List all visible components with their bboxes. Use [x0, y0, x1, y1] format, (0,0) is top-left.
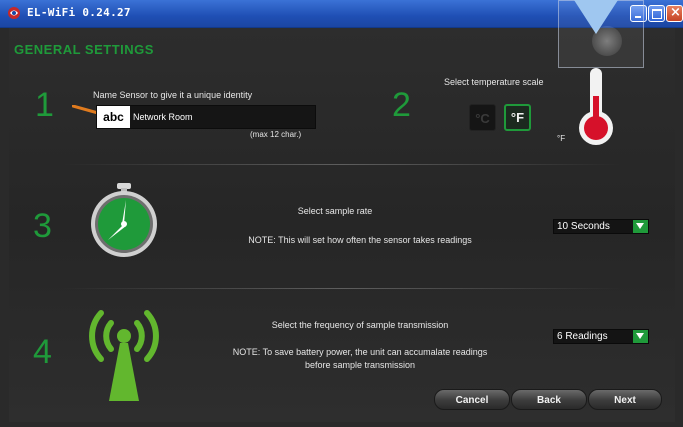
- sensor-name-label: Name Sensor to give it a unique identity: [93, 90, 253, 100]
- sample-rate-note: NOTE: This will set how often the sensor…: [248, 235, 472, 245]
- stopwatch-icon: [91, 183, 157, 257]
- close-icon: ×: [670, 5, 681, 20]
- step-3-number: 3: [33, 207, 52, 245]
- maximize-button[interactable]: [648, 5, 665, 22]
- wireless-tower-icon: [89, 310, 159, 401]
- temperature-unit-label: °F: [557, 134, 566, 143]
- celsius-button[interactable]: °C: [469, 104, 496, 131]
- abc-badge: abc: [97, 106, 130, 128]
- step-2-number: 2: [392, 86, 411, 124]
- page-title: GENERAL SETTINGS: [14, 42, 154, 57]
- chevron-down-icon[interactable]: [633, 330, 648, 343]
- window-title: EL-WiFi 0.24.27: [27, 6, 131, 19]
- sample-rate-label: Select sample rate: [297, 206, 373, 216]
- transmission-frequency-value: 6 Readings: [557, 331, 608, 342]
- step-4-number: 4: [33, 333, 52, 371]
- thermometer-icon: [579, 68, 613, 145]
- sample-rate-select[interactable]: 10 Seconds: [553, 219, 649, 234]
- transmission-frequency-label: Select the frequency of sample transmiss…: [271, 320, 449, 330]
- transmission-note-line1: NOTE: To save battery power, the unit ca…: [232, 347, 488, 357]
- transmission-note-line2: before sample transmission: [304, 360, 416, 370]
- sample-rate-value: 10 Seconds: [557, 221, 610, 232]
- fahrenheit-button[interactable]: °F: [504, 104, 531, 131]
- temperature-scale-label: Select temperature scale: [444, 77, 544, 87]
- overlay-glow: [592, 26, 622, 56]
- max-char-hint: (max 12 char.): [250, 130, 302, 139]
- sensor-name-input[interactable]: [133, 108, 309, 126]
- close-button[interactable]: ×: [666, 5, 683, 22]
- back-button[interactable]: Back: [511, 389, 587, 410]
- sensor-name-field[interactable]: abc: [96, 105, 316, 129]
- next-button[interactable]: Next: [588, 389, 662, 410]
- cancel-button[interactable]: Cancel: [434, 389, 510, 410]
- app-logo-icon: [8, 7, 20, 19]
- step-1-number: 1: [35, 86, 54, 124]
- divider-1: [62, 164, 622, 165]
- transmission-frequency-select[interactable]: 6 Readings: [553, 329, 649, 344]
- chevron-down-icon[interactable]: [633, 220, 648, 233]
- divider-2: [62, 288, 622, 289]
